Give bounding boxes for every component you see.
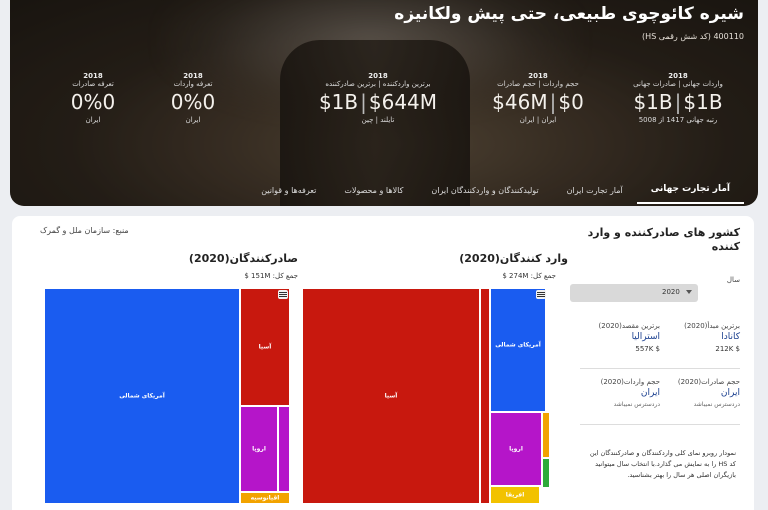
treemap-cell[interactable]: آسیا — [302, 288, 480, 504]
importers-total: جمع کل: 274M $ — [502, 272, 556, 280]
hero-banner: شیره کائوچوی طبیعی، حتی پیش ولکانیزه 400… — [10, 0, 758, 206]
info-panel: کشور های صادرکننده و وارد کننده سال 2020… — [570, 226, 740, 506]
chart-menu-icon[interactable] — [278, 290, 288, 299]
stat-export-tariff: 2018 تعرفه صادرات 0%0 ایران — [70, 72, 116, 124]
importers-title: وارد کنندگان(2020) — [459, 252, 568, 265]
treemap-cell[interactable]: اروپا — [240, 406, 278, 492]
tab-products[interactable]: کالاها و محصولات — [330, 186, 417, 195]
tab-tariffs[interactable]: تعرفه‌ها و قوانین — [247, 186, 330, 195]
page-frame: شیره کائوچوی طبیعی، حتی پیش ولکانیزه 400… — [0, 0, 768, 510]
stat-import-tariff: 2018 تعرفه واردات 0%0 ایران — [170, 72, 216, 124]
tab-world-trade[interactable]: آمار تجارت جهانی — [636, 184, 744, 204]
top-dest-name[interactable]: استرالیا — [590, 332, 660, 342]
treemap-cell[interactable]: اقیانوسیه — [240, 492, 290, 504]
exporters-total: جمع کل: 151M $ — [244, 272, 298, 280]
panel-title: کشور های صادرکننده و وارد کننده — [587, 226, 740, 253]
top-destination: برترین مقصد(2020) استرالیا $ 557K — [590, 322, 660, 353]
tab-iran-producers[interactable]: تولیدکنندگان و واردکنندگان ایران — [417, 186, 552, 195]
hs-code: 400110 (کد شش رقمی HS) — [642, 32, 744, 41]
tab-iran-trade[interactable]: آمار تجارت ایران — [553, 186, 637, 195]
treemap-cell[interactable]: آمریکای شمالی — [490, 288, 546, 412]
treemap-cell[interactable]: افریقا — [490, 486, 540, 504]
top-origin-name[interactable]: کانادا — [670, 332, 740, 342]
treemap-cell[interactable]: آمریکای شمالی — [44, 288, 240, 504]
export-volume: حجم صادرات(2020) ایران دردسترس نمیباشد — [677, 378, 740, 408]
panel-description: نمودار روبرو نمای کلی واردکنندگان و صادر… — [589, 449, 736, 479]
year-select[interactable]: 2020 — [570, 284, 698, 302]
exporters-treemap: آمریکای شمالی آسیا اروپا اقیانوسیه — [44, 288, 292, 504]
year-label: سال — [726, 276, 740, 284]
import-volume: حجم واردات(2020) ایران دردسترس نمیباشد — [600, 378, 660, 408]
product-title: شیره کائوچوی طبیعی، حتی پیش ولکانیزه — [394, 4, 744, 24]
section-tabs: آمار تجارت جهانی آمار تجارت ایران تولیدک… — [200, 176, 744, 204]
stat-iran-volume: 2018 حجم واردات | حجم صادرات $0|$46M ایر… — [492, 72, 584, 124]
treemap-cell[interactable]: اروپا — [490, 412, 542, 486]
stat-world-trade: 2018 واردات جهانی | صادرات جهانی $1B | $1B… — [633, 72, 723, 124]
importers-treemap: آسیا آمریکای شمالی اروپا افریقا — [302, 288, 550, 504]
stat-top-traders: 2018 برترین واردکننده | برترین صادرکننده… — [318, 72, 438, 124]
exporters-title: صادرکنندگان(2020) — [188, 252, 298, 265]
top-origin: برترین مبدأ(2020) کانادا $ 212K — [670, 322, 740, 353]
treemap-cell[interactable]: آسیا — [240, 288, 290, 406]
chevron-down-icon — [686, 290, 692, 294]
trade-card: منبع: سازمان ملل و گمرک کشور های صادرکنن… — [12, 216, 754, 510]
source-note: منبع: سازمان ملل و گمرک — [40, 226, 129, 235]
chart-menu-icon[interactable] — [536, 290, 546, 299]
